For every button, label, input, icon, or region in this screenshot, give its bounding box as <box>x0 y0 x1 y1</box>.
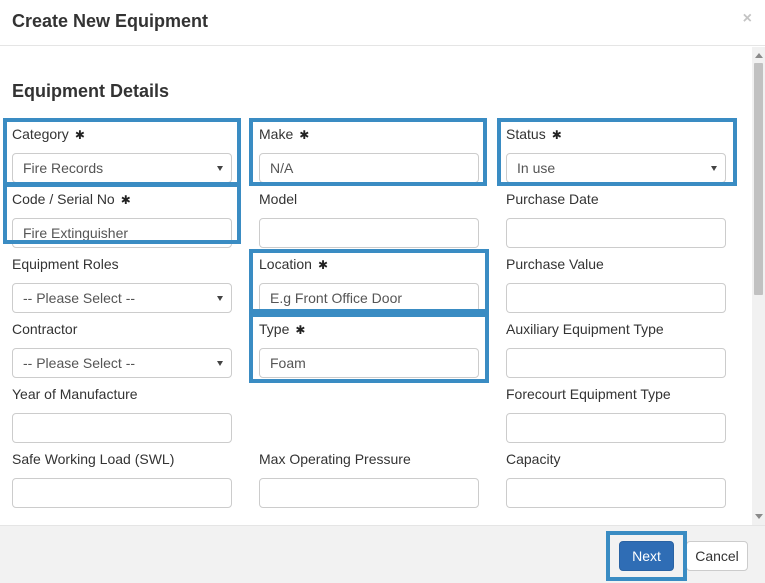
purchase-value-input[interactable] <box>506 283 726 313</box>
status-field: Status ✱ In use <box>506 125 726 183</box>
location-field: Location ✱ E.g Front Office Door <box>259 255 479 313</box>
scrollbar-thumb[interactable] <box>754 63 763 295</box>
section-title: Equipment Details <box>12 81 170 101</box>
auxiliary-equipment-type-label: Auxiliary Equipment Type <box>506 321 664 337</box>
location-placeholder: E.g Front Office Door <box>270 290 403 306</box>
caret-down-icon <box>217 296 223 301</box>
equipment-roles-value: -- Please Select -- <box>23 290 136 306</box>
purchase-value-label: Purchase Value <box>506 256 604 272</box>
cancel-button[interactable]: Cancel <box>686 541 748 571</box>
modal-footer: Next Cancel <box>0 525 765 583</box>
code-serial-label: Code / Serial No <box>12 191 115 207</box>
safe-working-load-input[interactable] <box>12 478 232 508</box>
contractor-label: Contractor <box>12 321 78 337</box>
category-value: Fire Records <box>23 160 104 176</box>
auxiliary-equipment-type-input[interactable] <box>506 348 726 378</box>
category-label: Category <box>12 126 69 142</box>
capacity-field: Capacity <box>506 450 726 508</box>
contractor-field: Contractor -- Please Select -- <box>12 320 232 378</box>
required-icon: ✱ <box>295 322 306 337</box>
year-of-manufacture-label: Year of Manufacture <box>12 386 138 402</box>
modal-title: Create New Equipment <box>12 11 209 31</box>
modal-header: Create New Equipment × <box>0 0 765 46</box>
caret-down-icon <box>217 361 223 366</box>
modal-body: Equipment Details Category ✱ Fire Record… <box>0 47 752 525</box>
make-input[interactable]: N/A <box>259 153 479 183</box>
model-field: Model <box>259 190 479 248</box>
capacity-input[interactable] <box>506 478 726 508</box>
safe-working-load-field: Safe Working Load (SWL) <box>12 450 232 508</box>
forecourt-equipment-type-field: Forecourt Equipment Type <box>506 385 726 443</box>
type-label: Type <box>259 321 290 337</box>
caret-down-icon <box>711 166 717 171</box>
status-label: Status <box>506 126 546 142</box>
year-of-manufacture-field: Year of Manufacture <box>12 385 232 443</box>
vertical-scrollbar[interactable] <box>752 47 765 525</box>
year-of-manufacture-input[interactable] <box>12 413 232 443</box>
forecourt-equipment-type-input[interactable] <box>506 413 726 443</box>
max-operating-pressure-label: Max Operating Pressure <box>259 451 411 467</box>
required-icon: ✱ <box>74 127 85 142</box>
max-operating-pressure-input[interactable] <box>259 478 479 508</box>
category-field: Category ✱ Fire Records <box>12 125 232 183</box>
code-serial-field: Code / Serial No ✱ Fire Extinguisher <box>12 190 232 248</box>
equipment-roles-select[interactable]: -- Please Select -- <box>12 283 232 313</box>
status-select[interactable]: In use <box>506 153 726 183</box>
scroll-down-arrow-icon[interactable] <box>752 510 765 523</box>
type-field: Type ✱ Foam <box>259 320 479 378</box>
required-icon: ✱ <box>120 192 131 207</box>
category-select[interactable]: Fire Records <box>12 153 232 183</box>
max-operating-pressure-field: Max Operating Pressure <box>259 450 479 508</box>
location-label: Location <box>259 256 312 272</box>
required-icon: ✱ <box>299 127 310 142</box>
forecourt-equipment-type-label: Forecourt Equipment Type <box>506 386 671 402</box>
make-value: N/A <box>270 160 294 176</box>
model-input[interactable] <box>259 218 479 248</box>
purchase-value-field: Purchase Value <box>506 255 726 313</box>
purchase-date-label: Purchase Date <box>506 191 599 207</box>
status-value: In use <box>517 160 556 176</box>
code-serial-input[interactable]: Fire Extinguisher <box>12 218 232 248</box>
safe-working-load-label: Safe Working Load (SWL) <box>12 451 175 467</box>
purchase-date-input[interactable] <box>506 218 726 248</box>
type-value: Foam <box>270 355 306 371</box>
caret-down-icon <box>217 166 223 171</box>
required-icon: ✱ <box>551 127 562 142</box>
equipment-roles-label: Equipment Roles <box>12 256 119 272</box>
equipment-roles-field: Equipment Roles -- Please Select -- <box>12 255 232 313</box>
make-field: Make ✱ N/A <box>259 125 479 183</box>
close-icon[interactable]: × <box>743 10 752 28</box>
scroll-up-arrow-icon[interactable] <box>752 49 765 62</box>
make-label: Make <box>259 126 294 142</box>
model-label: Model <box>259 191 298 207</box>
contractor-value: -- Please Select -- <box>23 355 136 371</box>
purchase-date-field: Purchase Date <box>506 190 726 248</box>
required-icon: ✱ <box>317 257 328 272</box>
code-serial-value: Fire Extinguisher <box>23 225 129 241</box>
type-input[interactable]: Foam <box>259 348 479 378</box>
capacity-label: Capacity <box>506 451 561 467</box>
auxiliary-equipment-type-field: Auxiliary Equipment Type <box>506 320 726 378</box>
next-button[interactable]: Next <box>619 541 674 571</box>
location-input[interactable]: E.g Front Office Door <box>259 283 479 313</box>
contractor-select[interactable]: -- Please Select -- <box>12 348 232 378</box>
